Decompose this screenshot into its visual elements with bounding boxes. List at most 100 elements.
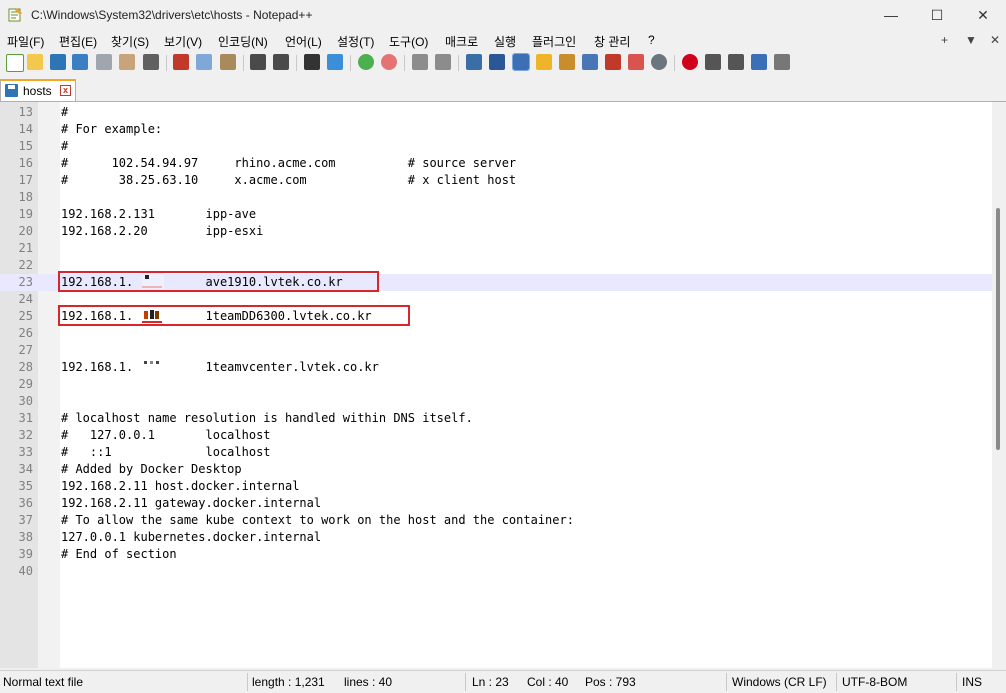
stop-macro-icon[interactable]	[705, 54, 721, 70]
replace-icon[interactable]	[327, 54, 343, 70]
editor-line[interactable]: 30	[0, 393, 992, 410]
editor-line[interactable]: 13 #	[0, 104, 992, 121]
chevron-down-icon[interactable]: ▼	[965, 33, 977, 47]
tab-hosts[interactable]: hosts x	[0, 79, 76, 101]
line-number: 33	[18, 445, 33, 459]
line-number: 37	[18, 513, 33, 527]
editor-line[interactable]: 14 # For example:	[0, 121, 992, 138]
editor[interactable]: 13 #14 # For example: 15 #16 # 102.54.94.97 r…	[0, 102, 992, 668]
menu-help[interactable]: ?	[648, 33, 655, 47]
new-file-icon[interactable]	[6, 54, 24, 72]
toolbar-separator	[404, 55, 405, 71]
menu-search[interactable]: 찾기(S)	[111, 33, 149, 50]
find-icon[interactable]	[304, 54, 320, 70]
user-language-icon[interactable]	[536, 54, 552, 70]
menu-tools[interactable]: 도구(O)	[389, 33, 428, 50]
tab-close-icon[interactable]: x	[60, 85, 71, 96]
menu-settings[interactable]: 설정(T)	[337, 33, 374, 50]
editor-line[interactable]: 29	[0, 376, 992, 393]
editor-line[interactable]: 17 # 38.25.63.10 x.acme.com # x client ho…	[0, 172, 992, 189]
menu-run[interactable]: 실행	[494, 33, 516, 50]
document-list-icon[interactable]	[582, 54, 598, 70]
editor-line[interactable]: 36 192.168.2.11 gateway.docker.internal	[0, 495, 992, 512]
menu-window[interactable]: 창 관리	[594, 33, 630, 50]
open-file-icon[interactable]	[27, 54, 43, 70]
menu-plugins[interactable]: 플러그인	[532, 33, 576, 50]
word-wrap-icon[interactable]	[466, 54, 482, 70]
status-eol[interactable]: Windows (CR LF)	[732, 675, 827, 689]
editor-line[interactable]: 39 # End of section	[0, 546, 992, 563]
monitoring-icon[interactable]	[651, 54, 667, 70]
menu-encoding[interactable]: 인코딩(N)	[218, 33, 268, 50]
menu-file[interactable]: 파일(F)	[7, 33, 44, 50]
menu-language[interactable]: 언어(L)	[285, 33, 322, 50]
editor-line[interactable]: 26	[0, 325, 992, 342]
editor-line[interactable]: 38 127.0.0.1 kubernetes.docker.internal	[0, 529, 992, 546]
line-number: 21	[18, 241, 33, 255]
editor-line[interactable]: 40	[0, 563, 992, 580]
editor-line[interactable]: 31 # localhost name resolution is handled…	[0, 410, 992, 427]
editor-line[interactable]: 18	[0, 189, 992, 206]
toolbar-separator	[166, 55, 167, 71]
undo-icon[interactable]	[250, 54, 266, 70]
maximize-button[interactable]: ☐	[914, 0, 960, 30]
folder-workspace-icon[interactable]	[628, 54, 644, 70]
record-macro-icon[interactable]	[682, 54, 698, 70]
document-map-icon[interactable]	[559, 54, 575, 70]
sync-horizontal-icon[interactable]	[435, 54, 451, 70]
line-number: 35	[18, 479, 33, 493]
editor-line[interactable]: 15 #	[0, 138, 992, 155]
paste-icon[interactable]	[220, 54, 236, 70]
line-number: 39	[18, 547, 33, 561]
maximize-icon: ☐	[930, 6, 944, 23]
redo-icon[interactable]	[273, 54, 289, 70]
editor-line[interactable]: 21	[0, 240, 992, 257]
vertical-scrollbar[interactable]	[992, 102, 1006, 668]
editor-line[interactable]: 16 # 102.54.94.97 rhino.acme.com # source…	[0, 155, 992, 172]
add-icon[interactable]: +	[941, 33, 948, 47]
zoom-in-icon[interactable]	[358, 54, 374, 70]
editor-line[interactable]: 34 # Added by Docker Desktop	[0, 461, 992, 478]
save-icon[interactable]	[50, 54, 66, 70]
editor-line[interactable]: 37 # To allow the same kube context to wo…	[0, 512, 992, 529]
redacted-ip-fragment	[142, 307, 164, 323]
editor-line[interactable]: 35 192.168.2.11 host.docker.internal	[0, 478, 992, 495]
print-icon[interactable]	[143, 54, 159, 70]
show-all-characters-icon[interactable]	[489, 54, 505, 70]
line-text: # End of section	[61, 547, 177, 561]
status-separator	[956, 673, 957, 691]
editor-line[interactable]: 32 # 127.0.0.1 localhost	[0, 427, 992, 444]
save-macro-icon[interactable]	[774, 54, 790, 70]
run-macro-multiple-icon[interactable]	[751, 54, 767, 70]
save-all-icon[interactable]	[72, 54, 88, 70]
copy-icon[interactable]	[196, 54, 212, 70]
play-macro-icon[interactable]	[728, 54, 744, 70]
menu-macro[interactable]: 매크로	[445, 33, 478, 50]
status-bar: Normal text file length : 1,231 lines : …	[0, 670, 1006, 693]
status-insert-mode[interactable]: INS	[962, 675, 982, 689]
editor-line[interactable]: 33 # ::1 localhost	[0, 444, 992, 461]
sync-vertical-icon[interactable]	[412, 54, 428, 70]
function-list-icon[interactable]	[605, 54, 621, 70]
line-number: 17	[18, 173, 33, 187]
editor-line[interactable]: 20 192.168.2.20 ipp-esxi	[0, 223, 992, 240]
scrollbar-thumb[interactable]	[996, 208, 1000, 450]
line-number: 24	[18, 292, 33, 306]
indent-guide-icon[interactable]	[512, 53, 530, 71]
status-encoding[interactable]: UTF-8-BOM	[842, 675, 907, 689]
line-text: # 102.54.94.97 rhino.acme.com # source s…	[61, 156, 517, 170]
close-file-icon[interactable]	[96, 54, 112, 70]
line-number: 32	[18, 428, 33, 442]
menu-edit[interactable]: 편집(E)	[59, 33, 97, 50]
menu-view[interactable]: 보기(V)	[164, 33, 202, 50]
close-document-icon[interactable]: ✕	[990, 33, 1000, 47]
minimize-button[interactable]: —	[868, 0, 914, 30]
line-text: #	[61, 105, 69, 119]
line-text: 192.168.2.131 ipp-ave	[61, 207, 257, 221]
zoom-out-icon[interactable]	[381, 54, 397, 70]
editor-line[interactable]: 19 192.168.2.131 ipp-ave	[0, 206, 992, 223]
close-window-button[interactable]: ✕	[960, 0, 1006, 30]
cut-icon[interactable]	[173, 54, 189, 70]
close-all-icon[interactable]	[119, 54, 135, 70]
editor-line[interactable]: 27	[0, 342, 992, 359]
